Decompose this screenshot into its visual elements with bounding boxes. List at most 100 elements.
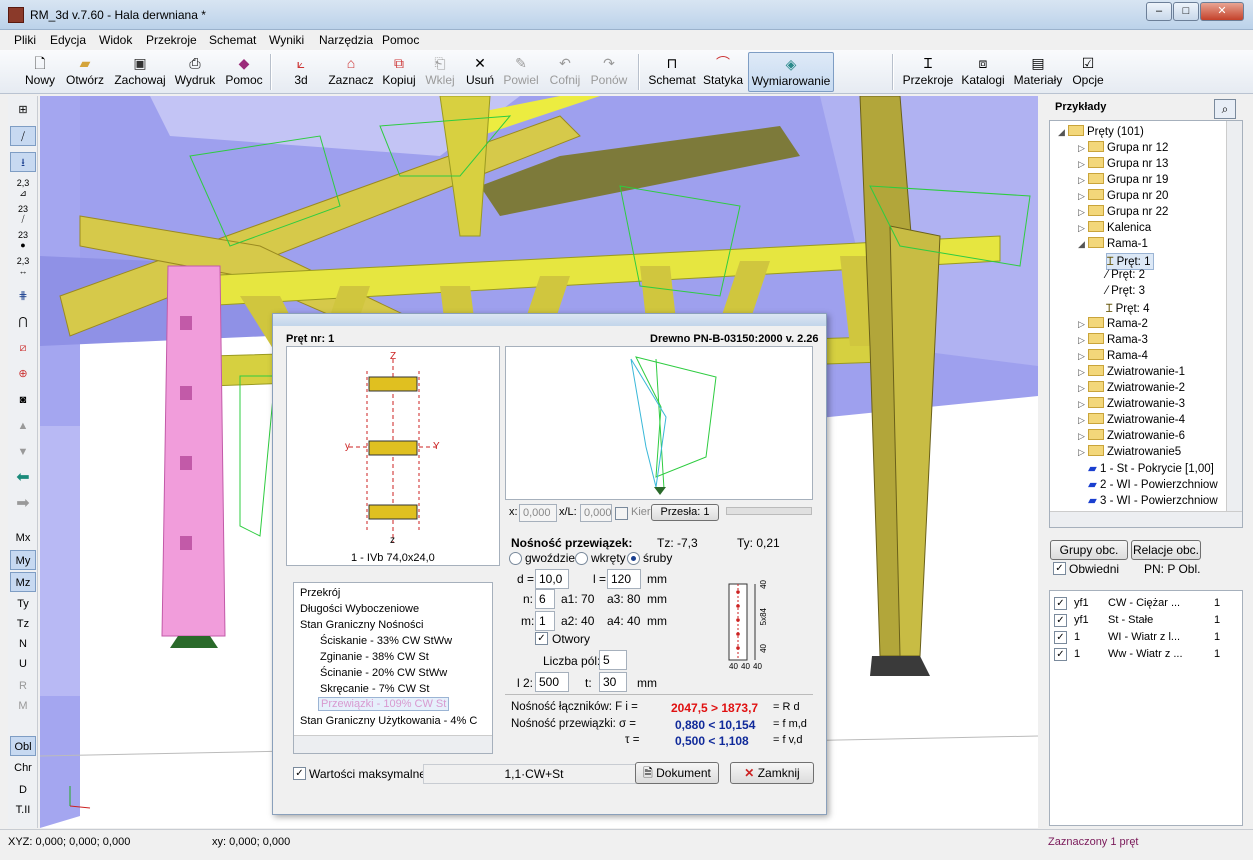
diameter-input[interactable]: 10,0 xyxy=(535,569,569,589)
new-button[interactable]: 🗋 Nowy xyxy=(22,52,58,92)
view-mz[interactable]: Mz xyxy=(10,572,36,592)
view-chr[interactable]: Chr xyxy=(10,758,36,778)
tree-item[interactable]: ◢ Rama-1 xyxy=(1078,237,1148,250)
load-value-tool-3[interactable]: 23 ● xyxy=(10,230,36,250)
list-item[interactable]: Długości Wyboczeniowe xyxy=(300,603,419,615)
load-checkbox[interactable]: ✓ xyxy=(1054,631,1067,644)
view-tz[interactable]: Tz xyxy=(10,614,36,634)
arrow-left-icon[interactable]: ⬅ xyxy=(10,468,36,488)
loads-list[interactable]: ✓ yf1 CW - Ciężar ... 1 ✓ yf1 St - Stałe… xyxy=(1049,590,1243,826)
load-checkbox[interactable]: ✓ xyxy=(1054,614,1067,627)
list-item[interactable]: Ścinanie - 20% CW StWw xyxy=(320,667,447,679)
load-groups-button[interactable]: Grupy obc. xyxy=(1050,540,1128,560)
list-item[interactable]: Ściskanie - 33% CW StWw xyxy=(320,635,452,647)
tree-item[interactable]: ▷ Rama-2 xyxy=(1078,317,1148,330)
menu-pliki[interactable]: Pliki xyxy=(14,33,36,47)
camera-icon[interactable]: ◙ xyxy=(10,390,36,410)
menu-narzedzia[interactable]: Narzędzia xyxy=(319,33,373,47)
tree-item[interactable]: ▷ Grupa nr 19 xyxy=(1078,173,1168,186)
xl-input[interactable]: 0,000 xyxy=(580,504,612,522)
options-button[interactable]: ☑ Opcje xyxy=(1070,52,1106,92)
tree-item-selected[interactable]: Ɪ Pręt: 1 xyxy=(1106,253,1155,270)
examples-tree[interactable]: ◢ Pręty (101) ▷ Grupa nr 12 ▷ Grupa nr 13 ▷… xyxy=(1049,120,1243,528)
tree-vscrollbar[interactable] xyxy=(1226,121,1242,513)
arrow-down-icon[interactable]: ▼ xyxy=(10,442,36,462)
t-input[interactable]: 30 xyxy=(599,672,627,692)
tree-item[interactable]: ▷ Grupa nr 22 xyxy=(1078,205,1168,218)
load-arrow-icon[interactable]: ⭳ xyxy=(10,152,36,172)
menu-wyniki[interactable]: Wyniki xyxy=(269,33,304,47)
view-obl[interactable]: Obl xyxy=(10,736,36,756)
catalogs-button[interactable]: ⧈ Katalogi xyxy=(960,52,1006,92)
list-item-selected[interactable]: Przewiązki - 109% CW St xyxy=(318,697,450,711)
tree-item[interactable]: ▷ Zwiatrowanie-3 xyxy=(1078,397,1185,410)
materials-button[interactable]: ▤ Materiały xyxy=(1012,52,1064,92)
tree-item[interactable]: ▷ Kalenica xyxy=(1078,221,1151,234)
fastener-screws-radio[interactable] xyxy=(575,552,588,565)
grid-icon[interactable]: ⋕ xyxy=(10,286,36,306)
l2-input[interactable]: 500 xyxy=(535,672,569,692)
dimension-tool[interactable]: 2,3 ↔ xyxy=(10,256,36,276)
list-item[interactable]: Stan Graniczny Nośności xyxy=(300,619,424,631)
arch-icon[interactable]: ⋂ xyxy=(10,312,36,332)
holes-checkbox[interactable]: ✓ xyxy=(535,632,548,645)
undo-button[interactable]: ↶ Cofnij xyxy=(548,52,582,92)
m-input[interactable]: 1 xyxy=(535,611,555,631)
select-button[interactable]: ⌂ Zaznacz xyxy=(328,52,374,92)
tree-item[interactable]: ▷ Rama-4 xyxy=(1078,349,1148,362)
redo-button[interactable]: ↷ Ponów xyxy=(590,52,628,92)
view-my[interactable]: My xyxy=(10,550,36,570)
load-checkbox[interactable]: ✓ xyxy=(1054,648,1067,661)
view-3d-button[interactable]: ⟀ 3d xyxy=(288,52,314,92)
list-item[interactable]: Stan Graniczny Użytkowania - 4% C xyxy=(300,715,477,727)
load-value-tool[interactable]: 2,3 ⊿ xyxy=(10,178,36,198)
help-button[interactable]: ◆ Pomoc xyxy=(224,52,264,92)
close-dialog-button[interactable]: ✕ Zamknij xyxy=(730,762,814,784)
tree-item[interactable]: ▷ Zwiatrowanie-2 xyxy=(1078,381,1185,394)
close-window-button[interactable]: ✕ xyxy=(1200,2,1244,21)
bar-tool-icon[interactable]: ⧸ xyxy=(10,126,36,146)
tree-item[interactable]: ▷ Zwiatrowanie5 xyxy=(1078,445,1181,458)
view-n[interactable]: N xyxy=(10,634,36,654)
position-slider[interactable] xyxy=(726,507,812,515)
menu-pomoc[interactable]: Pomoc xyxy=(382,33,419,47)
load-value-tool-2[interactable]: 23 ⧸ xyxy=(10,204,36,224)
view-m[interactable]: M xyxy=(10,696,36,716)
check-results-list[interactable]: Przekrój Długości Wyboczeniowe Stan Gran… xyxy=(293,582,493,754)
properties-icon[interactable]: ⊞ xyxy=(10,100,36,120)
maximize-button[interactable]: □ xyxy=(1173,2,1199,21)
scheme-button[interactable]: ⊓ Schemat xyxy=(648,52,696,92)
menu-edycja[interactable]: Edycja xyxy=(50,33,86,47)
n-input[interactable]: 6 xyxy=(535,589,555,609)
tree-item[interactable]: ▰ 3 - WI - Powierzchniow xyxy=(1088,493,1218,507)
search-icon[interactable]: ⌕ xyxy=(1214,99,1236,119)
tree-item[interactable]: ▷ Zwiatrowanie-1 xyxy=(1078,365,1185,378)
length-input[interactable]: 120 xyxy=(607,569,641,589)
tree-item[interactable]: ▷ Grupa nr 13 xyxy=(1078,157,1168,170)
open-button[interactable]: ▰ Otwórz xyxy=(63,52,107,92)
menu-przekroje[interactable]: Przekroje xyxy=(146,33,197,47)
tree-item[interactable]: ⁄ Pręt: 2 xyxy=(1106,269,1145,281)
tree-item[interactable]: ⁄ Pręt: 3 xyxy=(1106,285,1145,297)
fields-count-input[interactable]: 5 xyxy=(599,650,627,670)
minimize-button[interactable]: – xyxy=(1146,2,1172,21)
delete-button[interactable]: ✕ Usuń xyxy=(464,52,496,92)
x-input[interactable]: 0,000 xyxy=(519,504,557,522)
view-r[interactable]: R xyxy=(10,676,36,696)
tree-item[interactable]: ▷ Zwiatrowanie-6 xyxy=(1078,429,1185,442)
tree-item[interactable]: ▷ Zwiatrowanie-4 xyxy=(1078,413,1185,426)
tree-hscrollbar[interactable] xyxy=(1050,511,1242,527)
view-d[interactable]: D xyxy=(10,780,36,800)
arrow-up-icon[interactable]: ▲ xyxy=(10,416,36,436)
statics-button[interactable]: ⌒ Statyka xyxy=(702,52,744,92)
tree-item[interactable]: ▷ Rama-3 xyxy=(1078,333,1148,346)
tree-item[interactable]: ▷ Grupa nr 12 xyxy=(1078,141,1168,154)
sections-button[interactable]: Ɪ Przekroje xyxy=(902,52,954,92)
fastener-nails-radio[interactable] xyxy=(509,552,522,565)
duplicate-button[interactable]: ✎ Powiel xyxy=(502,52,540,92)
list-hscrollbar[interactable] xyxy=(294,735,492,753)
menu-widok[interactable]: Widok xyxy=(99,33,132,47)
view-mx[interactable]: Mx xyxy=(10,528,36,548)
tree-item[interactable]: ◢ Pręty (101) xyxy=(1058,125,1144,138)
load-checkbox[interactable]: ✓ xyxy=(1054,597,1067,610)
